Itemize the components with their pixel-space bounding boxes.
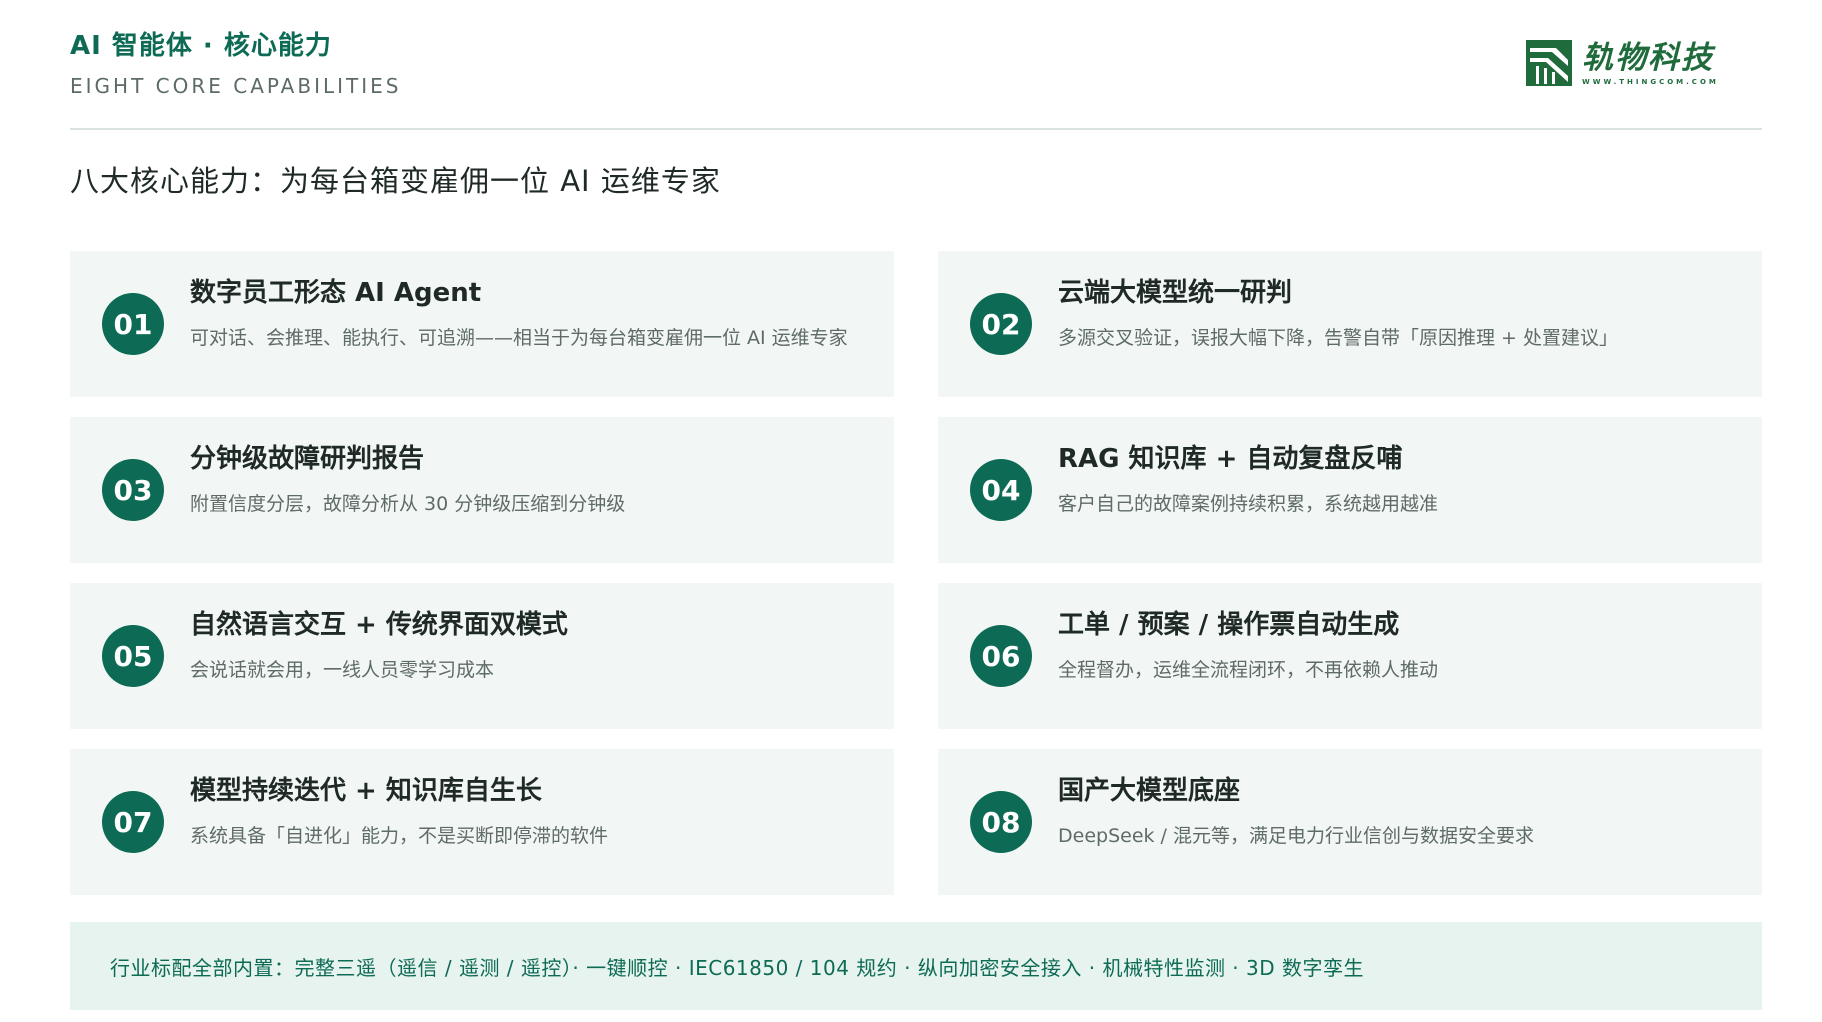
header: AI 智能体 · 核心能力 EIGHT CORE CAPABILITIES — [70, 24, 401, 98]
capability-card-07: 07 模型持续迭代 + 知识库自生长 系统具备「自进化」能力，不是买断即停滞的软… — [70, 749, 894, 895]
header-divider — [70, 128, 1762, 130]
card-number-badge: 07 — [102, 791, 164, 853]
card-description: 多源交叉验证，误报大幅下降，告警自带「原因推理 + 处置建议」 — [1058, 327, 1619, 349]
capability-card-04: 04 RAG 知识库 + 自动复盘反哺 客户自己的故障案例持续积累，系统越用越准 — [938, 417, 1762, 563]
thingcom-logo-mark-icon — [1526, 40, 1572, 86]
capability-card-08: 08 国产大模型底座 DeepSeek / 混元等，满足电力行业信创与数据安全要… — [938, 749, 1762, 895]
card-description: 系统具备「自进化」能力，不是买断即停滞的软件 — [190, 825, 609, 847]
card-title: 工单 / 预案 / 操作票自动生成 — [1058, 610, 1400, 640]
card-number-badge: 03 — [102, 459, 164, 521]
capability-card-01: 01 数字员工形态 AI Agent 可对话、会推理、能执行、可追溯——相当于为… — [70, 251, 894, 397]
logo-url: WWW.THINGCOM.COM — [1582, 78, 1719, 86]
header-title: AI 智能体 · 核心能力 — [70, 31, 332, 61]
card-number-badge: 06 — [970, 625, 1032, 687]
capability-card-02: 02 云端大模型统一研判 多源交叉验证，误报大幅下降，告警自带「原因推理 + 处… — [938, 251, 1762, 397]
card-description: 客户自己的故障案例持续积累，系统越用越准 — [1058, 493, 1439, 515]
card-number-badge: 04 — [970, 459, 1032, 521]
card-description: DeepSeek / 混元等，满足电力行业信创与数据安全要求 — [1058, 825, 1534, 847]
card-description: 可对话、会推理、能执行、可追溯——相当于为每台箱变雇佣一位 AI 运维专家 — [190, 327, 848, 349]
card-description: 会说话就会用，一线人员零学习成本 — [190, 659, 495, 681]
footer-text: 行业标配全部内置：完整三遥（遥信 / 遥测 / 遥控）· 一键顺控 · IEC6… — [110, 955, 1364, 980]
card-title: 模型持续迭代 + 知识库自生长 — [190, 776, 542, 806]
card-title: 国产大模型底座 — [1058, 776, 1241, 806]
card-title: 自然语言交互 + 传统界面双模式 — [190, 610, 568, 640]
card-title: 云端大模型统一研判 — [1058, 278, 1293, 308]
capability-card-06: 06 工单 / 预案 / 操作票自动生成 全程督办，运维全流程闭环，不再依赖人推… — [938, 583, 1762, 729]
header-subtitle: EIGHT CORE CAPABILITIES — [70, 74, 402, 98]
card-number-badge: 02 — [970, 293, 1032, 355]
card-title: 数字员工形态 AI Agent — [190, 278, 482, 308]
capability-cards: 01 数字员工形态 AI Agent 可对话、会推理、能执行、可追溯——相当于为… — [70, 251, 1762, 895]
capability-card-03: 03 分钟级故障研判报告 附置信度分层，故障分析从 30 分钟级压缩到分钟级 — [70, 417, 894, 563]
capability-card-05: 05 自然语言交互 + 传统界面双模式 会说话就会用，一线人员零学习成本 — [70, 583, 894, 729]
card-description: 全程督办，运维全流程闭环，不再依赖人推动 — [1058, 659, 1439, 681]
card-number-badge: 01 — [102, 293, 164, 355]
card-title: RAG 知识库 + 自动复盘反哺 — [1058, 444, 1403, 474]
footer-banner: 行业标配全部内置：完整三遥（遥信 / 遥测 / 遥控）· 一键顺控 · IEC6… — [70, 922, 1762, 1010]
card-title: 分钟级故障研判报告 — [190, 444, 425, 474]
card-number-badge: 05 — [102, 625, 164, 687]
card-number-badge: 08 — [970, 791, 1032, 853]
company-logo: 轨物科技 WWW.THINGCOM.COM — [1526, 40, 1719, 86]
card-description: 附置信度分层，故障分析从 30 分钟级压缩到分钟级 — [190, 493, 626, 515]
main-heading: 八大核心能力：为每台箱变雇佣一位 AI 运维专家 — [70, 164, 721, 198]
logo-name: 轨物科技 — [1582, 40, 1714, 76]
